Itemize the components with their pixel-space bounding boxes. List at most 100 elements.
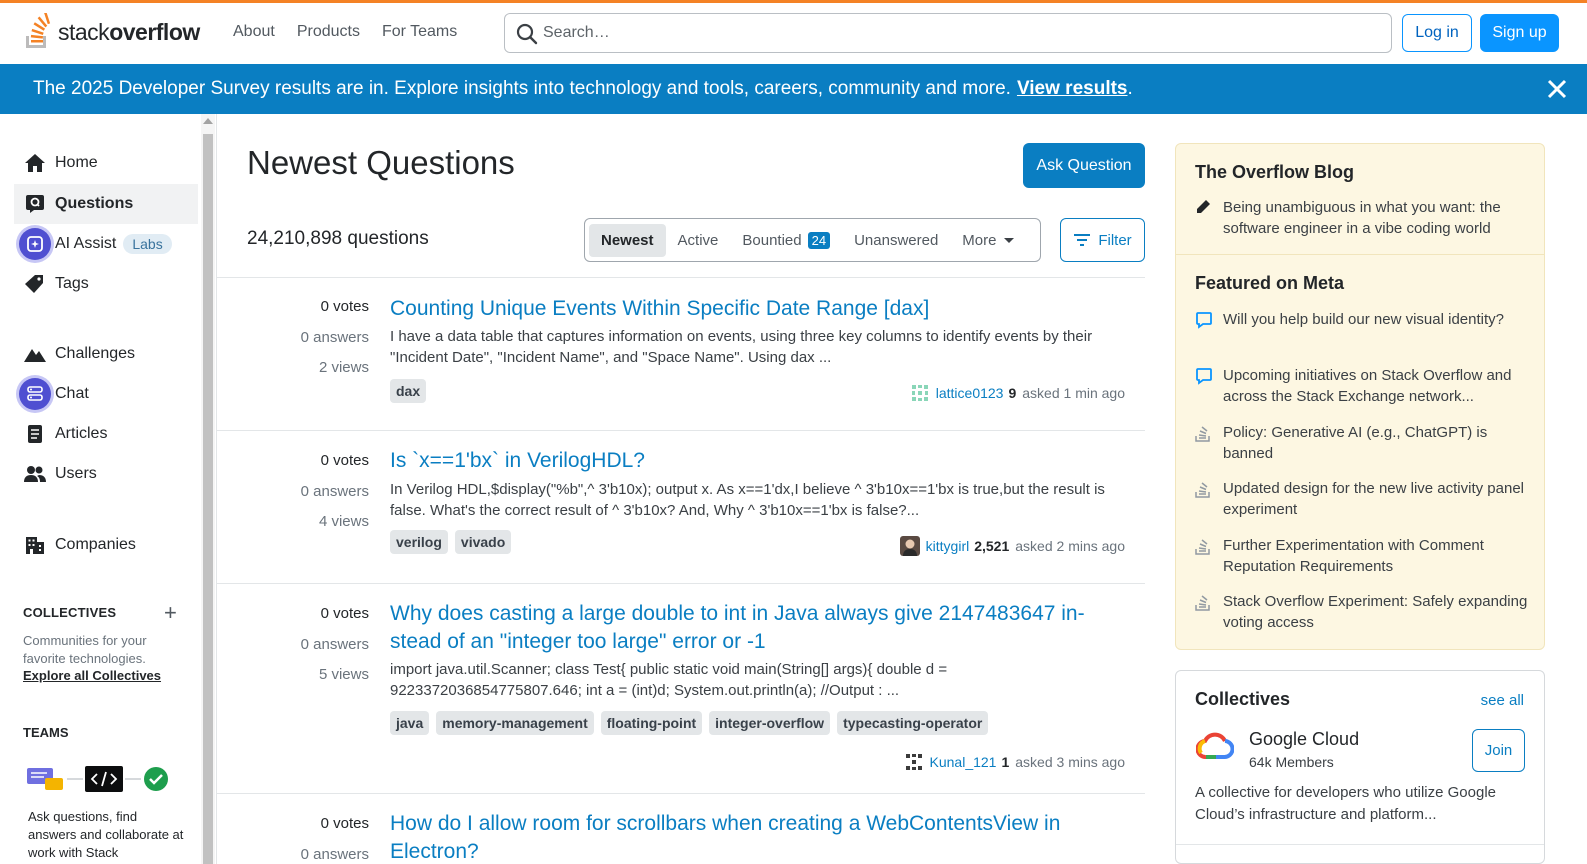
collectives-widget-heading: Collectives (1195, 689, 1291, 709)
question-title[interactable]: Counting Unique Events Within Specific D… (390, 295, 1110, 323)
question-title[interactable]: Why does casting a large double to int i… (390, 600, 1110, 656)
tab-active[interactable]: Active (666, 224, 731, 257)
answer-count: 0 answers (300, 328, 369, 346)
tag-verilog[interactable]: verilog (390, 530, 448, 554)
login-button[interactable]: Log in (1402, 14, 1472, 52)
search-icon (516, 23, 538, 45)
tag-java[interactable]: java (390, 711, 430, 735)
sidebar-item-chat[interactable]: Chat (14, 374, 198, 414)
sidebar-item-users[interactable]: Users (14, 454, 198, 494)
explore-collectives-link[interactable]: Explore all Collectives (23, 668, 161, 683)
ask-question-button[interactable]: Ask Question (1023, 143, 1145, 188)
question-stats: 0 votes 0 answers 5 views (217, 605, 369, 697)
user-reputation: 2,521 (974, 538, 1010, 554)
see-all-link[interactable]: see all (1481, 692, 1524, 709)
meta-item-text[interactable]: Will you help build our new visual ident… (1223, 309, 1504, 332)
blog-item-text[interactable]: Being unambiguous in what you want: the … (1223, 197, 1535, 239)
collective-name[interactable]: Google Cloud (1249, 729, 1359, 750)
tab-bountied[interactable]: Bountied 24 (730, 224, 842, 257)
avatar[interactable] (899, 536, 920, 556)
tab-newest[interactable]: Newest (589, 223, 666, 257)
chat-icon (19, 378, 51, 410)
view-count: 2 views (318, 359, 369, 376)
question-summary: 0 votes 0 answers 2 views Counting Uniqu… (217, 277, 1145, 430)
top-nav: About Products For Teams (222, 17, 468, 47)
nav-about[interactable]: About (222, 17, 286, 47)
sidebar-item-home[interactable]: Home (14, 143, 198, 183)
sidebar-item-challenges[interactable]: Challenges (14, 334, 198, 374)
sidebar-item-label: Home (55, 154, 98, 171)
view-count: 4 views (318, 513, 369, 530)
sidebar-item-articles[interactable]: Articles (14, 414, 198, 454)
asked-time[interactable]: asked 3 mins ago (1015, 754, 1125, 770)
user-name[interactable]: Kunal_121 (930, 754, 997, 770)
user-name[interactable]: kittygirl (926, 538, 970, 554)
meta-item[interactable]: Updated design for the new live activity… (1195, 478, 1535, 520)
tag-integer-overflow[interactable]: integer-overflow (709, 711, 831, 735)
view-count: 5 views (318, 666, 369, 683)
question-summary: 0 votes 0 answers 5 views Why does casti… (217, 583, 1145, 793)
meta-item-text[interactable]: Further Experimentation with Comment Rep… (1223, 535, 1535, 577)
google-cloud-icon[interactable] (1196, 731, 1234, 761)
question-meta: Kunal_121 1 asked 3 mins ago (903, 752, 1125, 772)
meta-item-text[interactable]: Upcoming initiatives on Stack Overflow a… (1223, 365, 1535, 407)
nav-products[interactable]: Products (286, 17, 371, 47)
stack-exchange-icon (1195, 535, 1217, 577)
nav-for-teams[interactable]: For Teams (371, 17, 468, 47)
meta-item[interactable]: Will you help build our new visual ident… (1195, 309, 1535, 332)
collectives-widget: Collectives see all Google Cloud 64k Mem… (1175, 670, 1545, 864)
question-title[interactable]: Is `x==1'bx` in VerilogHDL? (390, 447, 1110, 475)
banner-link[interactable]: View results (1017, 78, 1128, 100)
scroll-up-arrow-icon[interactable] (203, 118, 213, 124)
user-name[interactable]: lattice0123 (936, 385, 1004, 401)
avatar[interactable] (903, 752, 924, 772)
question-summary: 0 votes 0 answers 4 views Is `x==1'bx` i… (217, 430, 1145, 583)
sidebar-item-companies[interactable]: Companies (14, 525, 198, 565)
meta-heading: Featured on Meta (1195, 273, 1345, 293)
sidebar-item-tags[interactable]: Tags (14, 264, 198, 304)
search-box[interactable] (504, 13, 1392, 53)
asked-time[interactable]: asked 1 min ago (1022, 385, 1125, 401)
blog-item[interactable]: Being unambiguous in what you want: the … (1195, 197, 1535, 239)
question-summary: 0 votes 0 answers How do I allow room fo… (217, 793, 1145, 864)
tag-vivado[interactable]: vivado (454, 530, 512, 554)
sidebar-item-questions[interactable]: Questions (14, 184, 198, 224)
scrollbar-thumb[interactable] (203, 134, 213, 864)
stackoverflow-logo[interactable]: stackoverflow (22, 11, 200, 53)
question-excerpt: import java.util.Scanner; class Test{ pu… (390, 661, 948, 699)
search-input[interactable] (543, 24, 1391, 42)
sidebar-item-ai-assist[interactable]: AI Assist Labs (14, 224, 198, 264)
asked-time[interactable]: asked 2 mins ago (1015, 538, 1125, 554)
tag-memory-management[interactable]: memory-management (436, 711, 594, 735)
meta-item-text[interactable]: Updated design for the new live activity… (1223, 478, 1535, 520)
meta-item-text[interactable]: Stack Overflow Experiment: Safely expand… (1223, 591, 1535, 633)
meta-item[interactable]: Policy: Generative AI (e.g., ChatGPT) is… (1195, 422, 1535, 464)
question-title[interactable]: How do I allow room for scrollbars when … (390, 810, 1110, 864)
stack-exchange-icon (1195, 591, 1217, 633)
meta-item[interactable]: Further Experimentation with Comment Rep… (1195, 535, 1535, 577)
sidebar-scrollbar[interactable] (201, 114, 215, 864)
signup-button[interactable]: Sign up (1480, 14, 1559, 52)
check-circle-icon (144, 767, 168, 791)
close-icon[interactable] (1545, 77, 1569, 101)
users-icon (24, 463, 46, 485)
widget-divider (1176, 844, 1544, 845)
widget-divider (1176, 254, 1544, 255)
meta-item-text[interactable]: Policy: Generative AI (e.g., ChatGPT) is… (1223, 422, 1535, 464)
sidebar-item-label: Users (55, 465, 97, 482)
plus-icon[interactable]: + (164, 600, 177, 626)
tag-dax[interactable]: dax (390, 379, 427, 403)
tag-floating-point[interactable]: floating-point (600, 711, 703, 735)
user-reputation: 9 (1008, 385, 1017, 401)
teams-heading: TEAMS (23, 725, 69, 740)
meta-item[interactable]: Stack Overflow Experiment: Safely expand… (1195, 591, 1535, 633)
tag-icon (24, 273, 46, 295)
avatar[interactable] (909, 383, 930, 403)
meta-item[interactable]: Upcoming initiatives on Stack Overflow a… (1195, 365, 1535, 407)
tag-typecasting-operator[interactable]: typecasting-operator (837, 711, 989, 735)
filter-button[interactable]: Filter (1060, 218, 1145, 262)
join-button[interactable]: Join (1472, 729, 1525, 772)
sidebar-item-label: Tags (55, 275, 89, 292)
tab-unanswered[interactable]: Unanswered (842, 224, 950, 257)
tab-more[interactable]: More (950, 224, 1026, 257)
